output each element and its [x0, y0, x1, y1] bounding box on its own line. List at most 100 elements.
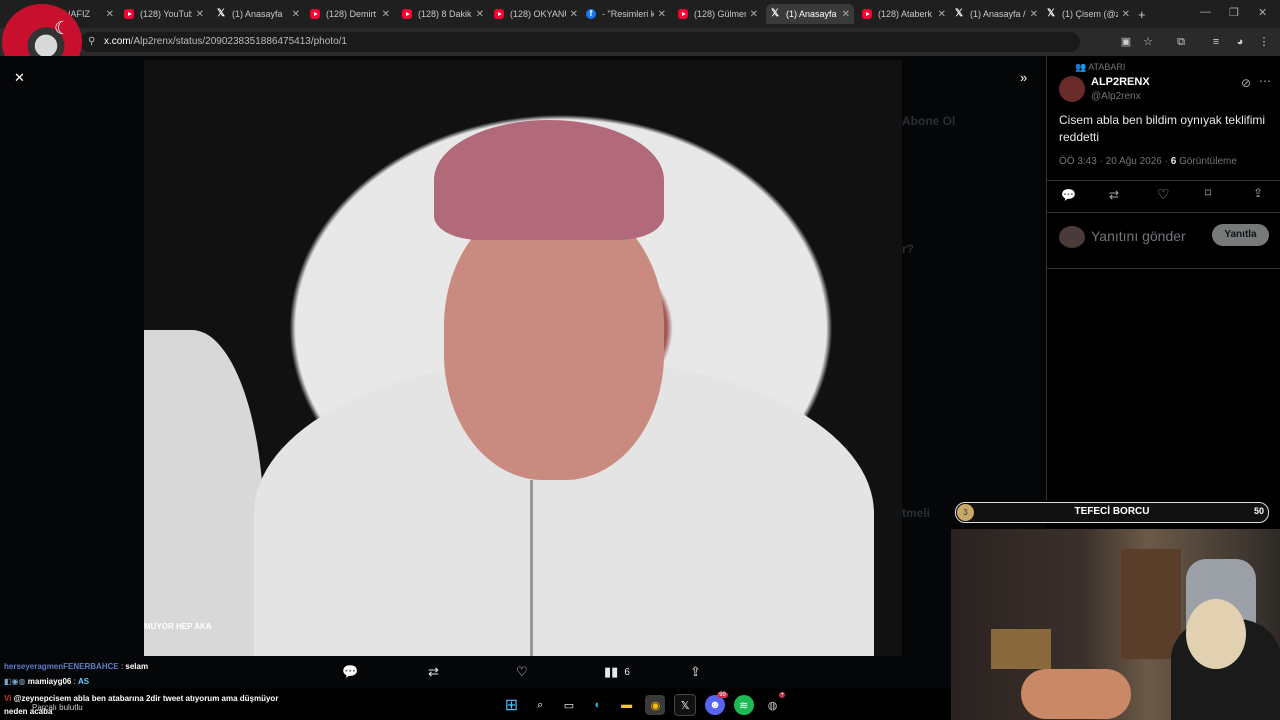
community-row[interactable]: 👥 ATABARI [1075, 62, 1125, 73]
close-icon[interactable]: ✕ [938, 9, 946, 20]
webcam-region [1186, 599, 1246, 669]
chrome-icon[interactable]: ◉ [645, 695, 666, 715]
analytics-icon: ▮▮ [604, 664, 619, 679]
youtube-icon [310, 9, 320, 19]
share-icon[interactable]: ⇪ [690, 664, 701, 680]
windows-start-icon[interactable]: ⊞ [502, 695, 522, 715]
close-icon[interactable]: ✕ [196, 9, 204, 20]
file-explorer-icon[interactable]: ▬ [617, 695, 637, 715]
tweet-meta: ÖÖ 3:43 · 20 Ağu 2026 · 6 Görüntüleme [1059, 156, 1237, 167]
chat-message: herseyeragmenFENERBAHCE : selam [4, 662, 148, 671]
like-icon[interactable]: ♡ [1157, 186, 1170, 203]
close-icon[interactable]: ✕ [382, 9, 390, 20]
reply-icon[interactable]: 💬 [1061, 188, 1076, 202]
chat-message: ◧◉◍ mamiayg06 : AS [4, 677, 89, 686]
cast-icon[interactable]: ▣ [1120, 36, 1132, 48]
retweet-icon[interactable]: ⇄ [1109, 188, 1119, 202]
photo-region [444, 200, 664, 480]
grok-icon[interactable]: ⊘ [1241, 76, 1251, 90]
close-viewer-icon[interactable]: ✕ [14, 70, 25, 86]
reply-input[interactable]: Yanıtını gönder [1091, 228, 1186, 244]
author-handle[interactable]: @Alp2renx [1091, 91, 1141, 102]
close-icon[interactable]: ✕ [570, 9, 578, 20]
profile-icon[interactable]: ◕ [1234, 36, 1246, 48]
edge-icon[interactable]: ◐ [588, 695, 608, 715]
tweet-time[interactable]: ÖÖ 3:43 · 20 Ağu 2026 · [1059, 156, 1168, 167]
restore-icon[interactable]: ❐ [1229, 6, 1239, 19]
search-icon[interactable]: ⌕ [530, 695, 550, 715]
close-icon[interactable]: ✕ [106, 9, 114, 20]
browser-tab[interactable]: (128) YouTube ✕ [124, 4, 204, 24]
tab-title: (128) Gülmeme [694, 9, 746, 19]
close-icon[interactable]: ✕ [292, 9, 300, 20]
background-text: Abone Ol [902, 114, 956, 128]
browser-tab[interactable]: 𝕏 (1) Anasayfa / X ✕ [954, 4, 1038, 24]
share-icon[interactable]: ⇪ [1253, 186, 1263, 200]
author-avatar[interactable] [1059, 76, 1085, 102]
notification-badge: 99 [717, 692, 728, 698]
photo-region [530, 480, 533, 656]
goal-progress-bar: 3 TEFECİ BORCU 50 [955, 502, 1269, 523]
browser-tab[interactable]: (128) Ataberk Do ✕ [862, 4, 946, 24]
tweet-photo[interactable]: MUYOR HEP AKA [144, 60, 902, 656]
tab-title: (128) YouTube [140, 9, 192, 19]
author-name[interactable]: ALP2RENX [1091, 76, 1150, 88]
close-icon[interactable]: ✕ [750, 9, 758, 20]
task-view-icon[interactable]: ▭ [559, 695, 579, 715]
browser-tab[interactable]: f - "Resimleri kim ✕ [586, 4, 666, 24]
bookmark-icon[interactable]: ⌑ [1205, 186, 1211, 200]
close-icon[interactable]: ✕ [476, 9, 484, 20]
spotify-icon[interactable]: ≋ [733, 695, 754, 715]
chat-username: herseyeragmenFENERBAHCE [4, 662, 119, 671]
facebook-icon: f [586, 9, 596, 19]
bookmark-star-icon[interactable]: ☆ [1142, 36, 1154, 48]
browser-tab[interactable]: (128) Gülmeme ✕ [678, 4, 758, 24]
tweet-sidebar: 👥 ATABARI ALP2RENX @Alp2renx ⊘ ⋯ Cisem a… [1046, 56, 1280, 500]
discord-icon[interactable]: ☻ 99 [705, 692, 728, 715]
media-control-icon[interactable]: ≡ [1210, 36, 1222, 48]
x-app-icon[interactable]: 𝕏 [674, 694, 697, 716]
like-icon[interactable]: ♡ [516, 664, 528, 680]
browser-tab[interactable]: 𝕏 (1) Anasayfa ✕ [216, 4, 300, 24]
youtube-icon [862, 9, 872, 19]
new-tab-button[interactable]: + [1138, 4, 1152, 24]
background-text: r? [902, 242, 914, 256]
views-button[interactable]: ▮▮ 6 [604, 664, 630, 680]
more-options-icon[interactable]: ⋯ [1259, 74, 1271, 88]
photo-caption-text: MUYOR HEP AKA [144, 622, 212, 631]
close-icon[interactable]: ✕ [1030, 9, 1038, 20]
stream-chat: herseyeragmenFENERBAHCE : selam ◧◉◍ mami… [0, 660, 440, 720]
close-icon[interactable]: ✕ [658, 9, 666, 20]
extensions-icon[interactable]: ⧉ [1175, 36, 1187, 48]
tab-title: (1) Anasayfa / X [970, 9, 1026, 19]
crescent-star-icon: ☾ [54, 18, 71, 38]
close-icon[interactable]: ✕ [842, 9, 850, 20]
url-path: /Alp2renx/status/2090238351886475413/pho… [130, 36, 347, 47]
site-info-icon[interactable]: ⚲ [88, 32, 95, 52]
url-field[interactable]: ⚲ x.com/Alp2renx/status/2090238351886475… [80, 32, 1080, 52]
browser-tab[interactable]: 𝕏 (1) Çisem (@zey ✕ [1046, 4, 1130, 24]
tab-title: (1) Anasayfa [786, 9, 837, 19]
tab-title: - "Resimleri kim [602, 9, 654, 19]
user-avatar [1059, 226, 1085, 248]
minimize-icon[interactable]: — [1200, 6, 1211, 18]
close-icon[interactable]: ✕ [1122, 9, 1130, 20]
app-icon[interactable]: ◍ • [763, 692, 786, 715]
reply-button[interactable]: Yanıtla [1212, 224, 1269, 246]
menu-icon[interactable]: ⋮ [1258, 36, 1270, 48]
tab-title: (128) OKYANUS [510, 9, 566, 19]
tab-title: (128) 8 Dakik [418, 9, 472, 19]
browser-tab[interactable]: (128) OKYANUS ✕ [494, 4, 578, 24]
x-logo-icon: 𝕏 [1046, 8, 1056, 19]
close-window-icon[interactable]: ✕ [1258, 6, 1267, 19]
badge-icons: ◧◉◍ [4, 677, 26, 686]
views-count: 6 [624, 666, 630, 678]
browser-tab-active[interactable]: 𝕏 (1) Anasayfa ✕ [766, 4, 854, 24]
weather-text: Parçalı bulutlu [32, 703, 83, 712]
browser-tab[interactable]: (128) 8 Dakik ✕ [402, 4, 484, 24]
address-bar-row: ⚲ x.com/Alp2renx/status/2090238351886475… [0, 28, 1280, 56]
expand-sidebar-icon[interactable]: » [1020, 70, 1027, 85]
x-logo-icon: 𝕏 [216, 8, 226, 19]
youtube-icon [402, 9, 412, 19]
browser-tab[interactable]: (128) Demirt ✕ [310, 4, 390, 24]
